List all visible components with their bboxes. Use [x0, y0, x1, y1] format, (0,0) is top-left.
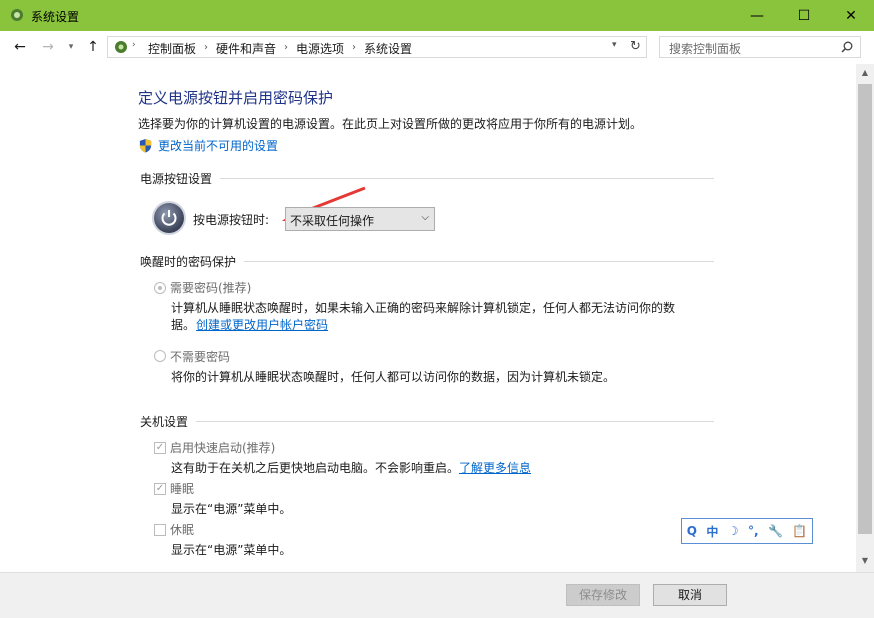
forward-arrow-icon[interactable]: → — [37, 36, 59, 58]
control-panel-icon — [11, 9, 23, 21]
require-password-desc-tail: 据。 — [171, 318, 196, 332]
power-button-action-value: 不采取任何操作 — [290, 214, 375, 228]
no-password-label: 不需要密码 — [170, 350, 231, 364]
no-password-radio[interactable] — [154, 350, 166, 362]
breadcrumb-item[interactable]: 系统设置 — [364, 40, 412, 57]
fast-startup-desc: 这有助于在关机之后更快地启动电脑。不会影响重启。 — [171, 461, 460, 475]
window-title: 系统设置 — [31, 10, 80, 24]
vertical-scrollbar[interactable]: ▲ ▼ — [856, 64, 874, 572]
refresh-icon[interactable]: ↻ — [630, 39, 641, 54]
learn-more-link[interactable]: 了解更多信息 — [459, 459, 531, 476]
search-icon[interactable] — [841, 41, 853, 53]
breadcrumb-item[interactable]: 硬件和声音 — [216, 40, 276, 57]
uac-shield-icon — [139, 138, 152, 153]
create-password-link[interactable]: 创建或更改用户帐户密码 — [196, 316, 328, 333]
maximize-button[interactable]: ☐ — [781, 0, 827, 31]
scroll-thumb[interactable] — [858, 84, 872, 534]
change-unavailable-settings-link[interactable]: 更改当前不可用的设置 — [138, 137, 278, 154]
ime-toolbar[interactable]: Q 中 ☽ °, 🔧 📋 — [681, 518, 813, 544]
search-placeholder: 搜索控制面板 — [669, 42, 742, 56]
ime-wrench-icon[interactable]: 🔧 — [768, 524, 783, 538]
fast-startup-checkbox[interactable]: ✓ — [154, 442, 166, 454]
power-button-icon — [154, 203, 184, 233]
breadcrumb: 控制面板 › 硬件和声音 › 电源选项 › 系统设置 — [148, 40, 412, 57]
chevron-down-icon: ⌵ — [421, 212, 429, 223]
address-dropdown-icon[interactable]: ▾ — [612, 40, 617, 50]
shutdown-section-header: 关机设置 — [140, 413, 714, 430]
scroll-up-icon[interactable]: ▲ — [858, 66, 872, 80]
hibernate-desc: 显示在“电源”菜单中。 — [171, 543, 292, 557]
back-arrow-icon[interactable]: ← — [9, 36, 31, 58]
ime-moon-icon[interactable]: ☽ — [728, 524, 739, 538]
ime-punctuation-icon[interactable]: °, — [748, 524, 759, 538]
section-divider — [244, 261, 714, 262]
breadcrumb-item[interactable]: 控制面板 — [148, 40, 196, 57]
save-button[interactable]: 保存修改 — [566, 584, 640, 606]
breadcrumb-root-chevron-icon: › — [132, 40, 136, 50]
fast-startup-label: 启用快速启动(推荐) — [170, 441, 276, 455]
hibernate-checkbox[interactable] — [154, 524, 166, 536]
breadcrumb-separator-icon: › — [204, 42, 209, 53]
sleep-desc: 显示在“电源”菜单中。 — [171, 502, 292, 516]
sleep-checkbox[interactable]: ✓ — [154, 483, 166, 495]
power-section-header: 电源按钮设置 — [140, 170, 714, 187]
content-pane: 定义电源按钮并启用密码保护 选择要为你的计算机设置的电源设置。在此页上对设置所做… — [0, 64, 856, 572]
power-section-title: 电源按钮设置 — [140, 172, 213, 186]
no-password-desc: 将你的计算机从睡眠状态唤醒时，任何人都可以访问你的数据，因为计算机未锁定。 — [171, 370, 616, 384]
scroll-down-icon[interactable]: ▼ — [858, 554, 872, 568]
change-link-label[interactable]: 更改当前不可用的设置 — [158, 137, 278, 154]
address-bar: ← → ▾ ↑ › 控制面板 › 硬件和声音 › 电源选项 › 系统设置 ▾ ↻… — [0, 31, 874, 64]
address-field[interactable]: › 控制面板 › 硬件和声音 › 电源选项 › 系统设置 ▾ ↻ — [107, 36, 647, 58]
hibernate-label: 休眠 — [170, 523, 195, 537]
cancel-button[interactable]: 取消 — [653, 584, 727, 606]
sleep-label: 睡眠 — [170, 482, 195, 496]
breadcrumb-item[interactable]: 电源选项 — [296, 40, 344, 57]
shutdown-section-title: 关机设置 — [140, 415, 189, 429]
recent-chevron-icon[interactable]: ▾ — [60, 36, 82, 58]
wake-section-title: 唤醒时的密码保护 — [140, 255, 237, 269]
ime-search-icon[interactable]: Q — [687, 524, 697, 538]
require-password-desc: 计算机从睡眠状态唤醒时，如果未输入正确的密码来解除计算机锁定，任何人都无法访问你… — [171, 301, 676, 315]
breadcrumb-separator-icon: › — [352, 42, 357, 53]
minimize-button[interactable]: — — [734, 0, 780, 31]
ime-chinese-mode-icon[interactable]: 中 — [706, 523, 718, 540]
power-button-label: 按电源按钮时: — [193, 213, 270, 227]
section-divider — [196, 421, 714, 422]
title-bar: 系统设置 — ☐ ✕ — [0, 0, 874, 31]
search-input[interactable]: 搜索控制面板 — [659, 36, 861, 58]
up-arrow-icon[interactable]: ↑ — [82, 36, 104, 58]
close-button[interactable]: ✕ — [828, 0, 874, 31]
page-title: 定义电源按钮并启用密码保护 — [138, 89, 334, 107]
control-panel-small-icon — [115, 41, 127, 53]
section-divider — [220, 178, 714, 179]
button-bar: 保存修改 取消 — [0, 572, 874, 618]
power-button-action-select[interactable]: 不采取任何操作 ⌵ — [285, 207, 435, 231]
require-password-radio[interactable] — [154, 282, 166, 294]
breadcrumb-separator-icon: › — [284, 42, 289, 53]
require-password-label: 需要密码(推荐) — [170, 281, 252, 295]
page-description: 选择要为你的计算机设置的电源设置。在此页上对设置所做的更改将应用于你所有的电源计… — [138, 117, 643, 131]
wake-section-header: 唤醒时的密码保护 — [140, 253, 714, 270]
ime-clipboard-icon[interactable]: 📋 — [792, 524, 807, 538]
